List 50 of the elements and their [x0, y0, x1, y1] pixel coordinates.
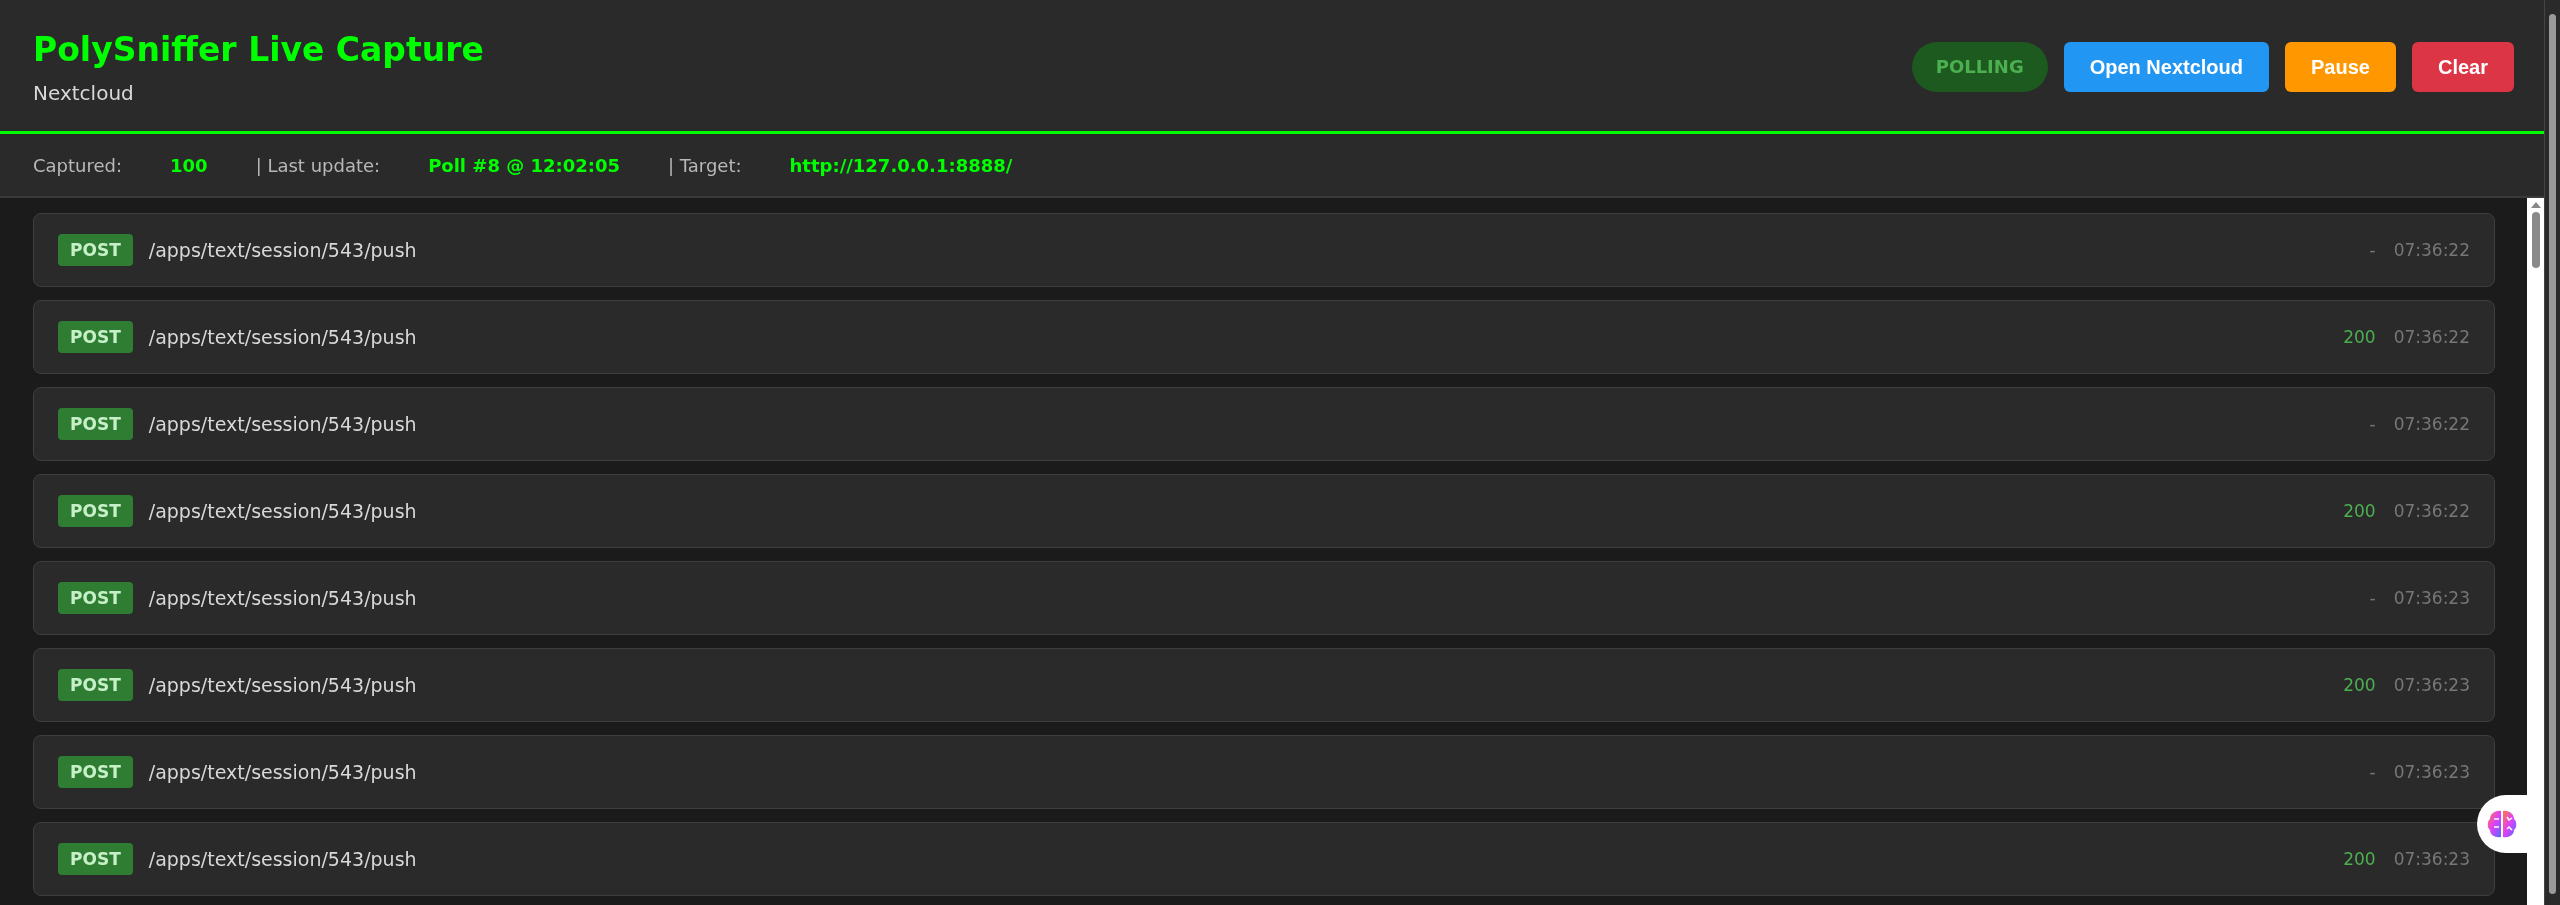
request-time: 07:36:22: [2393, 327, 2470, 347]
method-badge: POST: [58, 756, 133, 788]
status-code: -: [2369, 414, 2376, 434]
status-code: -: [2369, 588, 2376, 608]
info-label: | Last update:: [255, 154, 381, 176]
request-row[interactable]: POST /apps/text/session/543/push - 07:36:23: [33, 561, 2495, 635]
app-title: PolySniffer Live Capture: [33, 30, 484, 69]
request-path: /apps/text/session/543/push: [148, 413, 418, 435]
request-path: /apps/text/session/543/push: [148, 848, 418, 870]
request-row[interactable]: POST /apps/text/session/543/push - 07:36:22: [33, 387, 2495, 461]
info-value: 100: [170, 154, 208, 176]
status-badge: POLLING: [1911, 42, 2048, 92]
header-button[interactable]: Clear: [2411, 42, 2514, 92]
request-time: 07:36:23: [2393, 588, 2470, 608]
request-time: 07:36:23: [2393, 762, 2470, 782]
request-row[interactable]: POST /apps/text/session/543/push 200 07:36:23: [33, 648, 2495, 722]
request-path: /apps/text/session/543/push: [148, 239, 418, 261]
status-code: 200: [2343, 849, 2376, 869]
info-label: Captured:: [33, 154, 123, 176]
request-time: 07:36:22: [2393, 240, 2470, 260]
method-badge: POST: [58, 669, 133, 701]
request-time: 07:36:23: [2393, 849, 2470, 869]
request-path: /apps/text/session/543/push: [148, 587, 418, 609]
info-value: Poll #8 @ 12:02:05: [428, 154, 620, 176]
info-label: | Target:: [668, 154, 742, 176]
method-badge: POST: [58, 234, 133, 266]
request-path: /apps/text/session/543/push: [148, 500, 418, 522]
method-badge: POST: [58, 843, 133, 875]
request-row[interactable]: POST /apps/text/session/543/push 200 07:36:23: [33, 822, 2495, 896]
request-row[interactable]: POST /apps/text/session/543/push - 07:36:22: [33, 213, 2495, 287]
request-row[interactable]: POST /apps/text/session/543/push - 07:36:23: [33, 735, 2495, 809]
app-subtitle: Nextcloud: [33, 81, 135, 105]
status-code: 200: [2343, 675, 2376, 695]
request-path: /apps/text/session/543/push: [148, 674, 418, 696]
status-code: 200: [2343, 327, 2376, 347]
request-path: /apps/text/session/543/push: [148, 761, 418, 783]
status-code: 200: [2343, 501, 2376, 521]
info-value: http://127.0.0.1:8888/: [789, 154, 1013, 176]
request-row[interactable]: POST /apps/text/session/543/push 200 07:36:22: [33, 300, 2495, 374]
request-time: 07:36:22: [2393, 414, 2470, 434]
status-code: -: [2369, 240, 2376, 260]
request-path: /apps/text/session/543/push: [148, 326, 418, 348]
request-row[interactable]: POST /apps/text/session/543/push 200 07:36:22: [33, 474, 2495, 548]
status-code: -: [2369, 762, 2376, 782]
method-badge: POST: [58, 495, 133, 527]
request-time: 07:36:22: [2393, 501, 2470, 521]
method-badge: POST: [58, 582, 133, 614]
method-badge: POST: [58, 408, 133, 440]
method-badge: POST: [58, 321, 133, 353]
request-time: 07:36:23: [2393, 675, 2470, 695]
